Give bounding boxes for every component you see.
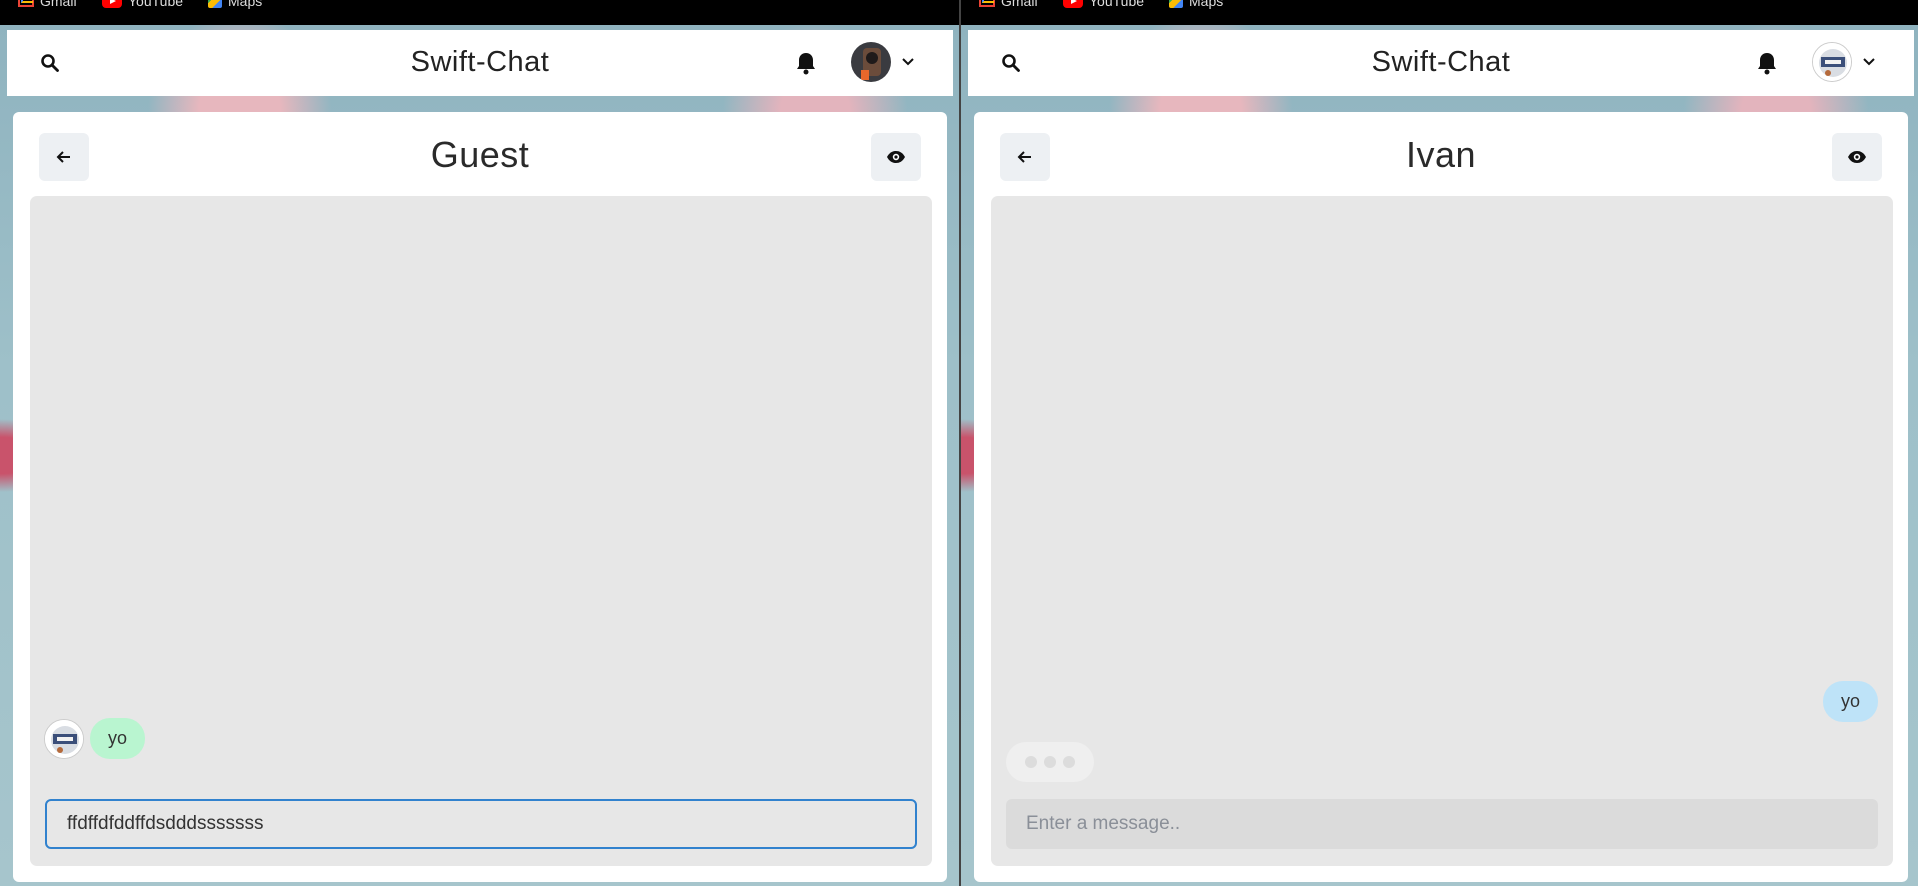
- bookmark-youtube[interactable]: YouTube: [102, 0, 183, 9]
- message-row: yo: [44, 718, 146, 759]
- message-bubble: yo: [1822, 681, 1878, 722]
- eye-icon: [887, 151, 905, 163]
- typing-indicator: [1006, 742, 1094, 782]
- profile-menu-button[interactable]: [1812, 42, 1876, 82]
- maps-icon: [1169, 0, 1183, 8]
- bookmark-label: Gmail: [40, 0, 77, 9]
- chat-card: Ivan yo: [974, 112, 1908, 882]
- bookmark-gmail[interactable]: Gmail: [979, 0, 1038, 9]
- eye-icon: [1848, 151, 1866, 163]
- bell-icon: [1758, 53, 1776, 75]
- chevron-down-icon: [901, 55, 915, 69]
- bookmarks-bar: Gmail YouTube Maps: [0, 0, 959, 25]
- messages-area[interactable]: yo: [991, 196, 1893, 866]
- gmail-icon: [979, 0, 995, 7]
- message-input[interactable]: [1006, 799, 1878, 849]
- bookmark-youtube[interactable]: YouTube: [1063, 0, 1144, 9]
- view-profile-button[interactable]: [871, 133, 921, 181]
- top-navbar: Swift-Chat: [968, 30, 1914, 96]
- youtube-icon: [102, 0, 122, 8]
- chat-title: Guest: [430, 134, 530, 175]
- avatar: [851, 42, 891, 82]
- youtube-icon: [1063, 0, 1083, 8]
- browser-window-left: Gmail YouTube Maps Swift-Chat Guest yo f…: [0, 0, 959, 886]
- notifications-button[interactable]: [1754, 50, 1780, 76]
- message-input[interactable]: [45, 799, 917, 849]
- typing-dot: [1025, 756, 1037, 768]
- bookmark-gmail[interactable]: Gmail: [18, 0, 77, 9]
- bookmark-label: Gmail: [1001, 0, 1038, 9]
- message-bubble: yo: [90, 718, 146, 759]
- chevron-down-icon: [1862, 55, 1876, 69]
- top-navbar: Swift-Chat: [7, 30, 953, 96]
- sender-avatar[interactable]: [44, 718, 84, 759]
- bookmark-label: YouTube: [128, 0, 184, 9]
- notifications-button[interactable]: [793, 50, 819, 76]
- maps-icon: [208, 0, 222, 8]
- messages-area[interactable]: yo: [30, 196, 932, 866]
- browser-window-right: Gmail YouTube Maps Swift-Chat Ivan yo En…: [961, 0, 1918, 886]
- avatar: [1812, 42, 1852, 82]
- view-profile-button[interactable]: [1832, 133, 1882, 181]
- chat-title: Ivan: [1405, 134, 1477, 175]
- message-row: yo: [1822, 681, 1878, 722]
- chat-card: Guest yo: [13, 112, 947, 882]
- bookmarks-bar: Gmail YouTube Maps: [961, 0, 1918, 25]
- typing-dot: [1063, 756, 1075, 768]
- gmail-icon: [18, 0, 34, 7]
- typing-dot: [1044, 756, 1056, 768]
- bell-icon: [797, 53, 815, 75]
- profile-menu-button[interactable]: [851, 42, 915, 82]
- bookmark-label: Maps: [1189, 0, 1224, 9]
- bookmark-label: YouTube: [1089, 0, 1145, 9]
- bookmark-maps[interactable]: Maps: [1169, 0, 1223, 9]
- bookmark-maps[interactable]: Maps: [208, 0, 262, 9]
- bookmark-label: Maps: [228, 0, 263, 9]
